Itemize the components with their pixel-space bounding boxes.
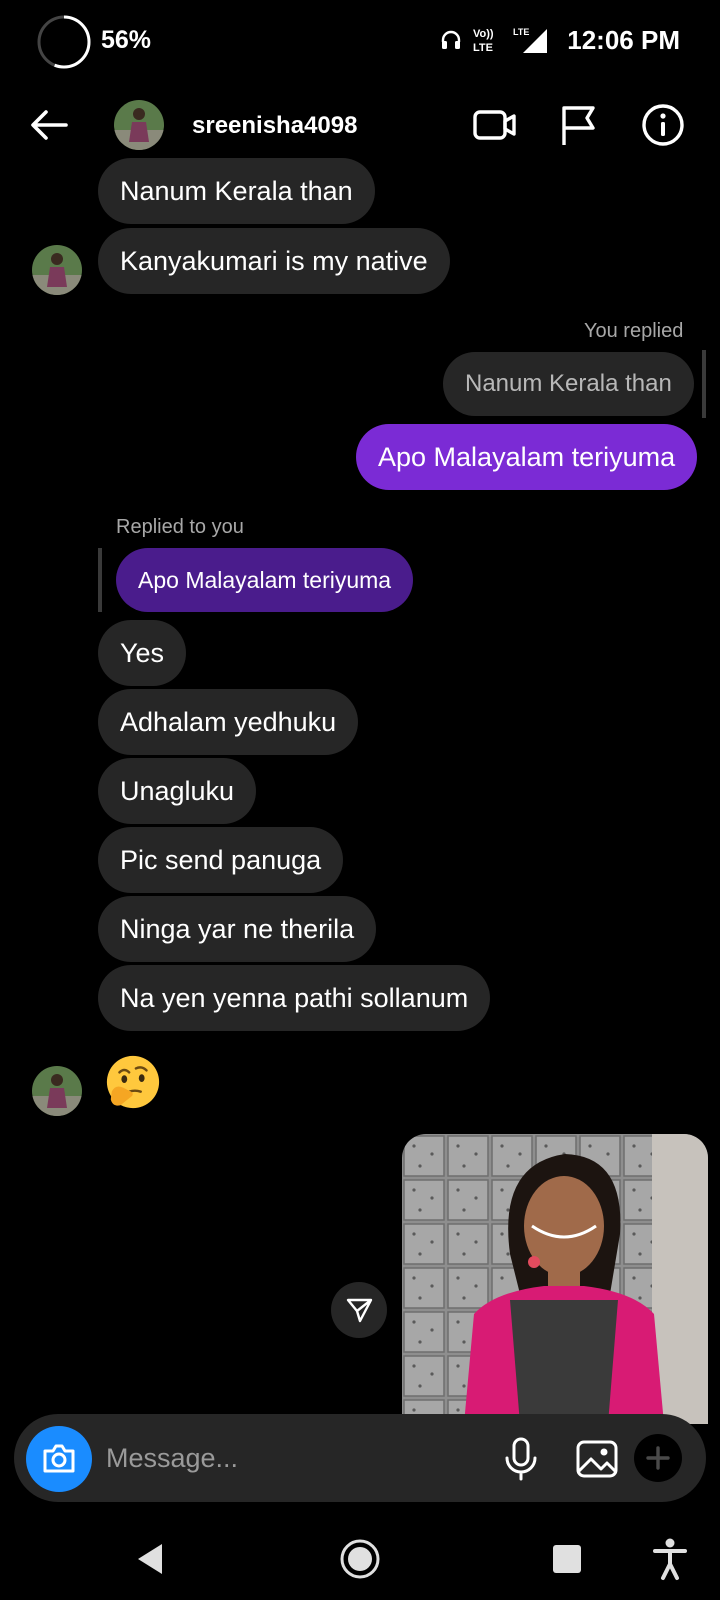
message-input[interactable] xyxy=(106,1436,466,1480)
quote-line xyxy=(98,548,102,612)
message-bubble[interactable]: Pic send panuga xyxy=(98,827,344,893)
message-bubble[interactable]: Yes xyxy=(98,620,187,686)
headphones-icon xyxy=(442,30,461,49)
video-call-icon[interactable] xyxy=(472,102,518,148)
message-bubble[interactable]: Adhalam yedhuku xyxy=(98,689,359,755)
avatar[interactable] xyxy=(114,100,164,150)
avatar[interactable] xyxy=(32,1066,82,1116)
photo-attachment[interactable] xyxy=(402,1134,708,1424)
status-bar: 56% Vo)) LTE LTE 12:06 PM xyxy=(0,0,720,80)
quote-line xyxy=(702,350,706,418)
nav-back-icon[interactable] xyxy=(126,1534,176,1584)
sent-message-bubble[interactable]: Apo Malayalam teriyuma xyxy=(356,424,698,490)
plus-button[interactable] xyxy=(634,1434,682,1482)
volte-icon: Vo)) LTE xyxy=(473,28,494,54)
battery-percent: 56% xyxy=(101,26,152,54)
system-navigation-bar xyxy=(0,1520,720,1600)
thinking-face-icon[interactable] xyxy=(104,1053,162,1111)
message-bubble[interactable]: Nanum Kerala than xyxy=(98,158,375,224)
quoted-message[interactable]: Nanum Kerala than xyxy=(443,352,694,416)
gallery-icon[interactable] xyxy=(574,1436,620,1482)
message-bubble[interactable]: Ninga yar ne therila xyxy=(98,896,377,962)
signal-icon: LTE xyxy=(513,27,548,53)
accessibility-icon[interactable] xyxy=(645,1534,695,1584)
send-icon xyxy=(346,1298,373,1323)
clock: 12:06 PM xyxy=(567,24,680,55)
volte-bottom-label: LTE xyxy=(473,42,493,54)
camera-icon xyxy=(43,1444,75,1473)
battery-ring-icon xyxy=(37,15,91,69)
message-composer xyxy=(14,1414,706,1502)
back-arrow-icon[interactable] xyxy=(26,102,72,148)
microphone-icon[interactable] xyxy=(498,1436,544,1482)
message-bubble[interactable]: Unagluku xyxy=(98,758,257,824)
info-icon[interactable] xyxy=(640,102,686,148)
replied-to-you-label: Replied to you xyxy=(116,516,244,538)
camera-button[interactable] xyxy=(26,1426,92,1492)
nav-home-icon[interactable] xyxy=(335,1534,385,1584)
you-replied-label: You replied xyxy=(584,320,684,342)
share-button[interactable] xyxy=(331,1282,387,1338)
avatar[interactable] xyxy=(32,245,82,295)
chat-header: sreenisha4098 xyxy=(0,90,720,160)
quoted-message[interactable]: Apo Malayalam teriyuma xyxy=(116,548,414,612)
volte-top-label: Vo)) xyxy=(473,28,494,40)
status-icons: Vo)) LTE LTE 12:06 PM xyxy=(439,20,680,60)
signal-label: LTE xyxy=(513,27,529,37)
flag-icon[interactable] xyxy=(556,102,602,148)
chat-username[interactable]: sreenisha4098 xyxy=(192,112,357,140)
plus-icon xyxy=(646,1446,670,1470)
message-bubble[interactable]: Kanyakumari is my native xyxy=(98,228,450,294)
nav-recents-icon[interactable] xyxy=(542,1534,592,1584)
message-bubble[interactable]: Na yen yenna pathi sollanum xyxy=(98,965,491,1031)
